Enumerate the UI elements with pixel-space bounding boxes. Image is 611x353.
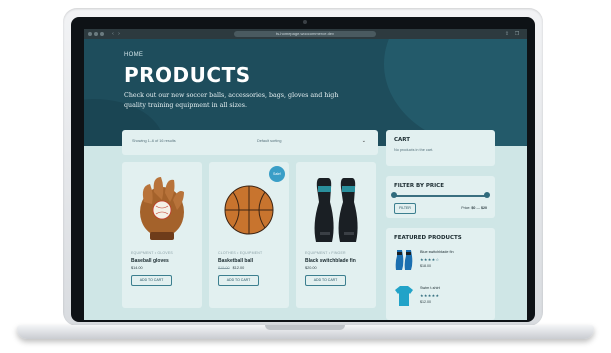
price-min: $0 [471, 206, 476, 210]
price-current: $20.00 [305, 266, 317, 270]
add-to-cart-button[interactable]: ADD TO CART [131, 275, 172, 286]
baseball-glove-image[interactable] [132, 172, 192, 247]
browser-toolbar: ‹ › ts-homepage.woocommerce.dev ⇪ ❐ [84, 29, 527, 39]
product-price: $14.00 [131, 266, 143, 270]
product-price: $20.00 [305, 266, 317, 270]
featured-item[interactable]: Blue switchblade fin ★★★★☆ $18.00 [394, 248, 489, 280]
product-category[interactable]: EQUIPMENT • GLOVES [131, 251, 173, 255]
price-filter-widget: FILTER BY PRICE FILTER Price: $0 — $20 [386, 176, 495, 218]
page-title: PRODUCTS [124, 63, 251, 87]
cart-widget: CART No products in the cart. [386, 130, 495, 166]
product-category[interactable]: EQUIPMENT • FINGER [305, 251, 346, 255]
featured-item-name[interactable]: Swim t-shirt [420, 286, 440, 290]
sort-select[interactable]: Default sorting [257, 139, 281, 143]
tshirt-thumbnail[interactable] [394, 284, 414, 308]
filter-title: FILTER BY PRICE [394, 183, 444, 189]
address-text: ts-homepage.woocommerce.dev [275, 31, 335, 36]
page-description: Check out our new soccer balls, accessor… [124, 92, 339, 109]
cart-title: CART [394, 137, 411, 143]
swim-fins-image[interactable] [306, 172, 366, 247]
share-icon[interactable]: ⇪ [504, 31, 510, 37]
tabs-icon[interactable]: ❐ [514, 31, 520, 37]
address-bar[interactable]: ts-homepage.woocommerce.dev [234, 31, 376, 37]
window-minimize-icon[interactable] [94, 32, 98, 36]
camera-icon [303, 20, 307, 24]
filter-button[interactable]: FILTER [394, 203, 416, 214]
featured-item-price: $12.00 [420, 300, 431, 304]
browser-screen: ‹ › ts-homepage.woocommerce.dev ⇪ ❐ HOME… [84, 29, 527, 320]
featured-title: FEATURED PRODUCTS [394, 235, 462, 241]
blue-fins-thumbnail[interactable] [394, 248, 414, 272]
product-price: $15.00 $12.00 [218, 266, 244, 270]
basketball-image[interactable] [219, 172, 279, 247]
forward-icon[interactable]: › [116, 31, 122, 37]
add-to-cart-button[interactable]: ADD TO CART [305, 275, 346, 286]
product-card[interactable]: Sale! CLOTHES • EQUIPMENT Basketball bal… [209, 162, 289, 308]
product-card[interactable]: EQUIPMENT • FINGER Black switchblade fin… [296, 162, 376, 308]
price-current: $12.00 [232, 266, 245, 270]
sale-badge: Sale! [269, 166, 285, 182]
result-count: Showing 1–6 of 16 results [132, 139, 176, 143]
chevron-down-icon[interactable]: ⌄ [362, 138, 366, 144]
price-slider-min-handle[interactable] [391, 192, 397, 198]
cart-empty-text: No products in the cart. [394, 148, 434, 152]
product-name[interactable]: Black switchblade fin [305, 258, 356, 264]
laptop-notch [265, 325, 345, 330]
price-current: $14.00 [131, 266, 143, 270]
price-slider-track[interactable] [394, 195, 487, 197]
price-max: $20 [481, 206, 487, 210]
featured-item-name[interactable]: Blue switchblade fin [420, 250, 454, 254]
window-close-icon[interactable] [88, 32, 92, 36]
featured-products-widget: FEATURED PRODUCTS Blue switchblade fin ★… [386, 228, 495, 320]
shop-toolbar: Showing 1–6 of 16 results Default sortin… [122, 130, 378, 155]
product-category[interactable]: CLOTHES • EQUIPMENT [218, 251, 262, 255]
add-to-cart-button[interactable]: ADD TO CART [218, 275, 259, 286]
price-old: $15.00 [218, 266, 230, 270]
price-range-label: Price: $0 — $20 [461, 206, 487, 210]
featured-item[interactable]: Swim t-shirt ★★★★★ $12.00 [394, 284, 489, 316]
product-name[interactable]: Basketball ball [218, 258, 253, 264]
window-maximize-icon[interactable] [100, 32, 104, 36]
breadcrumb[interactable]: HOME [124, 52, 143, 58]
product-card[interactable]: EQUIPMENT • GLOVES Baseball gloves $14.0… [122, 162, 202, 308]
price-label: Price: [461, 206, 471, 210]
featured-item-price: $18.00 [420, 264, 431, 268]
rating-stars: ★★★★☆ [420, 257, 440, 262]
price-slider-max-handle[interactable] [484, 192, 490, 198]
product-name[interactable]: Baseball gloves [131, 258, 169, 264]
rating-stars: ★★★★★ [420, 293, 440, 298]
